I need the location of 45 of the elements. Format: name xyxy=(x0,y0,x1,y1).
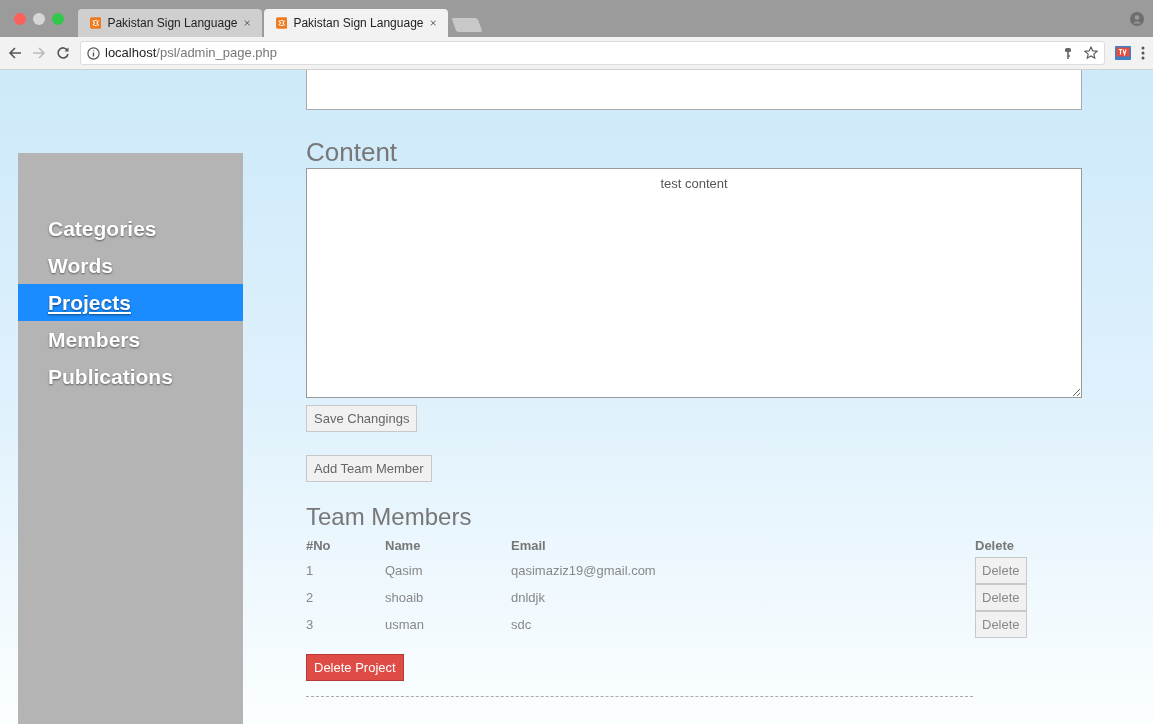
app-logo-icon xyxy=(276,16,288,30)
tab-title: Pakistan Sign Language xyxy=(107,15,238,32)
menu-icon[interactable] xyxy=(1141,46,1145,60)
tab-title: Pakistan Sign Language xyxy=(293,15,424,32)
reload-icon[interactable] xyxy=(56,46,70,60)
table-cell: shoaib xyxy=(385,589,424,605)
save-button[interactable]: Save Changings xyxy=(306,405,418,432)
sidebar-link[interactable]: Categories xyxy=(18,210,243,247)
column-header: Name xyxy=(385,535,511,557)
delete-member-button[interactable]: Delete xyxy=(975,557,1027,584)
browser-tab[interactable]: Pakistan Sign Language xyxy=(264,9,448,37)
table-cell: sdc xyxy=(511,616,532,632)
delete-member-button[interactable]: Delete xyxy=(975,611,1027,638)
add-member-button[interactable]: Add Team Member xyxy=(306,455,432,482)
key-icon[interactable] xyxy=(1063,46,1073,60)
column-header: #No xyxy=(306,535,385,557)
sidebar-link[interactable]: Words xyxy=(18,247,243,284)
table-cell: qasimaziz19@gmail.com xyxy=(511,562,656,578)
address-bar[interactable]: localhost/psl/admin_page.php xyxy=(80,41,1105,65)
table-cell: 1 xyxy=(306,562,314,578)
url-text: localhost/psl/admin_page.php xyxy=(105,44,277,63)
delete-member-button[interactable]: Delete xyxy=(975,584,1027,611)
delete-project-button[interactable]: Delete Project xyxy=(306,654,404,681)
table-cell: dnldjk xyxy=(511,589,545,605)
column-header: Email xyxy=(511,535,975,557)
text-area[interactable] xyxy=(306,70,1082,110)
table-cell: usman xyxy=(385,616,425,632)
sidebar-link[interactable]: Members xyxy=(18,321,243,358)
tv-extension-icon[interactable] xyxy=(1115,46,1131,60)
sidebar-link[interactable]: Publications xyxy=(18,358,243,395)
table-cell: Qasim xyxy=(385,562,423,578)
column-header: Delete xyxy=(975,535,1035,557)
content-field[interactable]: test content xyxy=(306,168,1082,398)
browser-tab[interactable]: Pakistan Sign Language xyxy=(78,9,262,37)
close-icon[interactable] xyxy=(429,19,436,27)
section-heading: Team Members xyxy=(306,502,472,532)
close-icon[interactable] xyxy=(243,19,250,27)
star-icon[interactable] xyxy=(1084,46,1098,60)
sidebar-link[interactable]: Projects xyxy=(18,284,243,321)
info-icon[interactable] xyxy=(87,46,100,60)
section-heading: Content xyxy=(306,136,398,168)
app-logo-icon xyxy=(90,16,102,30)
back-icon[interactable] xyxy=(8,46,22,60)
table-cell: 3 xyxy=(306,616,314,632)
table-cell: 2 xyxy=(306,589,314,605)
